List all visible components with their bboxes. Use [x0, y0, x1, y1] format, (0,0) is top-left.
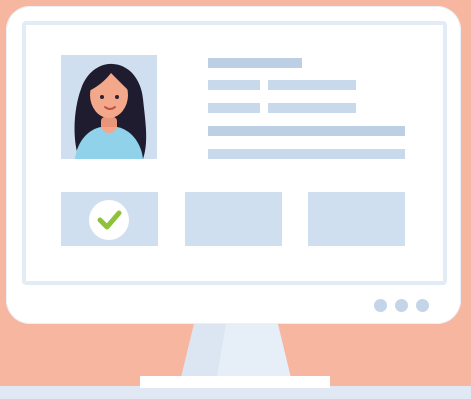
- text-line: [208, 126, 405, 136]
- indicator-dot: [416, 299, 429, 312]
- text-line: [208, 58, 302, 68]
- text-line: [208, 103, 260, 113]
- checked-card: [61, 192, 158, 246]
- text-line: [268, 103, 356, 113]
- indicator-dot: [395, 299, 408, 312]
- text-line: [268, 80, 356, 90]
- profile-photo: [61, 55, 157, 159]
- woman-avatar-icon: [74, 63, 147, 159]
- text-line: [208, 80, 260, 90]
- check-badge: [89, 200, 129, 240]
- indicator-dot: [374, 299, 387, 312]
- check-icon: [97, 210, 122, 230]
- text-line: [208, 149, 405, 159]
- placeholder-card: [308, 192, 405, 246]
- monitor-neck: [180, 324, 292, 382]
- monitor: [6, 6, 461, 324]
- placeholder-card: [185, 192, 282, 246]
- monitor-base: [140, 376, 330, 388]
